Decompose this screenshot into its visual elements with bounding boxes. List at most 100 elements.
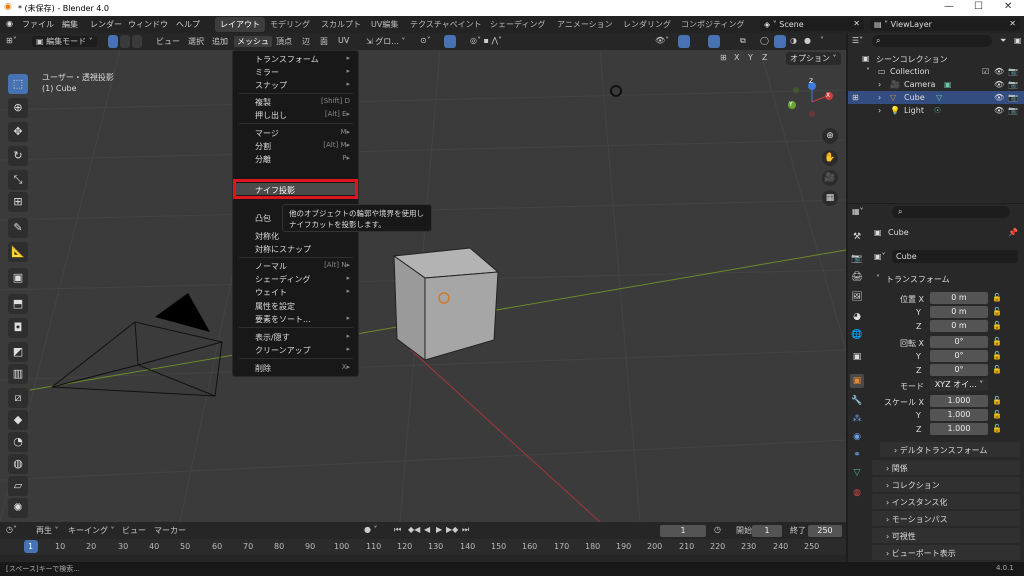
menu-item-convex-hull[interactable]: 凸包	[255, 213, 271, 224]
lock-icon[interactable]: 🔓	[992, 337, 1002, 346]
outliner-item-cube[interactable]: ⊞ › ▽ Cube ▽ 👁 📷	[848, 91, 1024, 104]
outliner-editor-icon[interactable]: ☰˅	[852, 36, 863, 45]
tool-tab-icon[interactable]: ⚒	[850, 230, 864, 244]
options-dropdown[interactable]: オプション ˅	[786, 52, 841, 65]
eye-icon[interactable]: 👁	[994, 93, 1004, 102]
menu-item-knife-project[interactable]: ナイフ投影	[255, 185, 295, 196]
shading-rendered-icon[interactable]: ●	[804, 36, 811, 45]
world-tab-icon[interactable]: 🌐	[850, 328, 864, 342]
gizmo-label-x[interactable]: X	[826, 92, 830, 99]
chevron-down-icon[interactable]: ˅	[866, 67, 870, 76]
close-icon[interactable]: ✕	[853, 19, 860, 28]
checkbox-icon[interactable]: ☑	[982, 67, 989, 76]
menu-item-extrude[interactable]: 押し出し	[255, 110, 287, 121]
menu-item-split[interactable]: 分割	[255, 141, 271, 152]
menu-item-set-attribute[interactable]: 属性を設定	[255, 301, 295, 312]
menu-vertex[interactable]: 頂点	[276, 36, 292, 47]
knife-icon[interactable]: ⧄	[8, 388, 28, 408]
tab-sculpt[interactable]: スカルプト	[316, 17, 366, 32]
mirror-x[interactable]: X	[734, 53, 739, 62]
jump-end-icon[interactable]: ⏭	[462, 525, 469, 535]
pin-icon[interactable]: 📌	[1008, 228, 1018, 237]
material-tab-icon[interactable]: ◍	[850, 486, 864, 500]
menu-render[interactable]: レンダー	[90, 19, 122, 30]
menu-edit[interactable]: 編集	[62, 19, 78, 30]
select-box-icon[interactable]: ⬚	[8, 74, 28, 94]
location-y-field[interactable]: 0 m	[930, 306, 988, 318]
current-frame-field[interactable]: 1	[660, 525, 706, 537]
cursor-icon[interactable]: ⊕	[8, 98, 28, 118]
section-delta-transform[interactable]: › デルタトランスフォーム	[880, 442, 1020, 457]
tab-rendering[interactable]: レンダリング	[618, 17, 676, 32]
menu-item-show-hide[interactable]: 表示/隠す	[255, 332, 290, 343]
mode-selector[interactable]: ▣ 編集モード ˅	[32, 36, 97, 47]
bevel-icon[interactable]: ◩	[8, 342, 28, 362]
smooth-icon[interactable]: ◍	[8, 454, 28, 474]
shading-solid-icon[interactable]	[774, 35, 786, 48]
properties-editor-icon[interactable]: ▦˅	[852, 207, 864, 216]
rotate-icon[interactable]: ↻	[8, 146, 28, 166]
tab-modeling[interactable]: モデリング	[265, 17, 315, 32]
loop-cut-icon[interactable]: ▥	[8, 364, 28, 384]
section-visibility[interactable]: › 可視性	[872, 528, 1020, 543]
location-x-field[interactable]: 0 m	[930, 292, 988, 304]
transform-header[interactable]: トランスフォーム	[886, 274, 950, 285]
lock-icon[interactable]: 🔓	[992, 321, 1002, 330]
timeline-ruler[interactable]: 1 10 20 30 40 50 60 70 80 90 100 110 120…	[0, 539, 846, 555]
menu-mesh[interactable]: メッシュ	[234, 36, 272, 47]
annotate-icon[interactable]: ✎	[8, 218, 28, 238]
editor-type-icon[interactable]: ⊞˅	[6, 36, 17, 45]
menu-item-separate[interactable]: 分離	[255, 154, 271, 165]
lock-icon[interactable]: 🔓	[992, 307, 1002, 316]
blender-menu-icon[interactable]: ◉	[6, 19, 13, 28]
outliner-item-collection[interactable]: ˅ ▭ Collection ☑ 👁 📷	[848, 65, 1024, 78]
ortho-grid-icon[interactable]: ▦	[822, 190, 838, 206]
menu-item-sort-elements[interactable]: 要素をソート...	[255, 314, 311, 325]
tab-uv-editing[interactable]: UV編集	[366, 17, 403, 32]
shading-options-icon[interactable]: ˅	[820, 36, 824, 45]
end-frame-field[interactable]: 250	[808, 525, 842, 537]
mirror-axis-icon[interactable]: ⊞	[720, 53, 727, 62]
chevron-right-icon[interactable]: ›	[878, 80, 881, 89]
spin-icon[interactable]: ◔	[8, 432, 28, 452]
location-z-field[interactable]: 0 m	[930, 320, 988, 332]
menu-item-snap-to-symmetry[interactable]: 対称にスナップ	[255, 244, 311, 255]
transform-icon[interactable]: ⊞	[8, 192, 28, 212]
view-layer-selector[interactable]: ▤ ˅ ViewLayer ✕	[870, 18, 1020, 31]
zoom-icon[interactable]: ⊕	[822, 128, 838, 144]
prev-key-icon[interactable]: ◆◀	[408, 525, 420, 534]
overlay-icon[interactable]	[708, 35, 720, 48]
modifier-tab-icon[interactable]: 🔧	[850, 394, 864, 408]
maximize-icon[interactable]: ☐	[974, 1, 983, 12]
rip-icon[interactable]: ✺	[8, 498, 28, 518]
render-tab-icon[interactable]: 📷	[850, 252, 864, 266]
menu-face[interactable]: 面	[320, 36, 328, 47]
menu-window[interactable]: ウィンドウ	[128, 19, 168, 30]
move-icon[interactable]: ✥	[8, 122, 28, 142]
lock-icon[interactable]: 🔓	[992, 410, 1002, 419]
visibility-icon[interactable]: 👁˅	[655, 36, 669, 45]
rotation-y-field[interactable]: 0°	[930, 350, 988, 362]
scale-z-field[interactable]: 1.000	[930, 423, 988, 435]
section-motion-paths[interactable]: › モーションパス	[872, 511, 1020, 526]
menu-item-shading[interactable]: シェーディング	[255, 274, 310, 285]
gizmo-label-z[interactable]: Z	[809, 78, 813, 85]
camera-render-icon[interactable]: 📷	[1008, 80, 1018, 89]
tab-texture-paint[interactable]: テクスチャペイント	[405, 17, 487, 32]
menu-edge[interactable]: 辺	[302, 36, 310, 47]
menu-item-duplicate[interactable]: 複製	[255, 97, 271, 108]
outliner-item-camera[interactable]: › 🎥 Camera ▣ 👁 📷	[848, 78, 1024, 91]
3d-viewport[interactable]: Z X Y ユーザー・透視投影 (1) Cube ⊞ X Y Z オプション ˅…	[0, 50, 846, 522]
shading-material-icon[interactable]: ◑	[790, 36, 797, 45]
chevron-down-icon[interactable]: ˅	[876, 274, 880, 283]
shear-icon[interactable]: ▱	[8, 476, 28, 496]
xray-icon[interactable]: ⧉	[740, 36, 746, 46]
menu-item-mirror[interactable]: ミラー	[255, 67, 279, 78]
view-layer-tab-icon[interactable]: 🖼	[850, 290, 864, 304]
eye-icon[interactable]: 👁	[994, 80, 1004, 89]
camera-render-icon[interactable]: 📷	[1008, 67, 1018, 76]
pan-hand-icon[interactable]: ✋	[822, 150, 838, 166]
poly-build-icon[interactable]: ◆	[8, 410, 28, 430]
eye-icon[interactable]: 👁	[994, 67, 1004, 76]
inset-icon[interactable]: ◘	[8, 318, 28, 338]
